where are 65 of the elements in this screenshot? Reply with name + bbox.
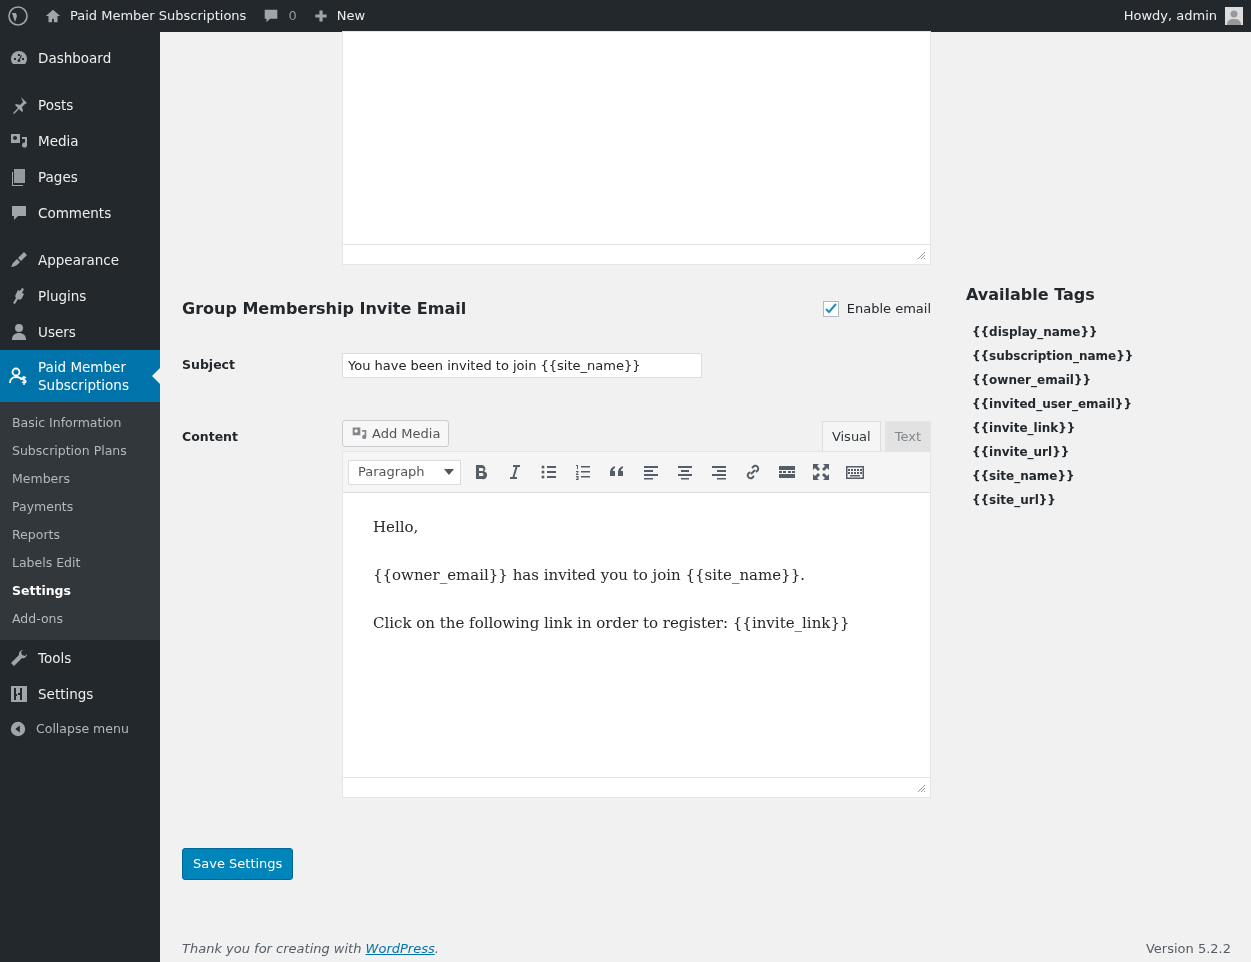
menu-item[interactable]: Appearance: [0, 242, 160, 278]
submenu-item[interactable]: Reports: [0, 521, 160, 549]
menu-item[interactable]: Pages: [0, 159, 160, 195]
submenu-item[interactable]: Settings: [0, 577, 160, 605]
fullscreen-icon: [811, 462, 831, 482]
submenu-item[interactable]: Add-ons: [0, 605, 160, 633]
menu-item[interactable]: Comments: [0, 195, 160, 231]
wordpress-link[interactable]: WordPress: [365, 940, 435, 956]
menu-item[interactable]: Posts: [0, 87, 160, 123]
submenu-item[interactable]: Basic Information: [0, 409, 160, 437]
collapse-icon: [9, 720, 27, 738]
enable-email-checkbox[interactable]: Enable email: [822, 299, 931, 319]
paragraph: Click on the following link in order to register: {{invite_link}}: [373, 613, 851, 633]
footer-text: Thank you for creating with WordPress.: [182, 939, 439, 958]
field-label: Content: [182, 427, 239, 446]
submenu-item[interactable]: Members: [0, 465, 160, 493]
menu-item[interactable]: Dashboard: [0, 40, 160, 76]
brush-icon: [9, 250, 29, 270]
section-title: Group Membership Invite Email: [182, 299, 467, 319]
account-link[interactable]: Howdy, admin: [1123, 6, 1243, 26]
caret-icon: [444, 469, 454, 475]
add-media-button[interactable]: Add Media: [342, 419, 450, 447]
comment-icon: [9, 203, 29, 223]
tag-text: {{subscription_name}}: [971, 348, 1135, 366]
collapse-menu-button[interactable]: Collapse menu: [0, 712, 160, 746]
user-icon: [9, 322, 29, 342]
wrench-icon: [9, 648, 29, 668]
menu-item[interactable]: Tools: [0, 640, 160, 676]
tag-text: {{invite_link}}: [971, 420, 1077, 438]
site-link[interactable]: Paid Member Subscriptions: [44, 6, 247, 26]
user-dollar-icon: [9, 366, 29, 386]
new-link[interactable]: New: [312, 6, 365, 26]
field-label: Subject: [182, 355, 236, 374]
submenu-item[interactable]: Payments: [0, 493, 160, 521]
paragraph: Hello,: [373, 517, 420, 537]
tags-title: Available Tags: [966, 285, 1096, 305]
version-text: Version 5.2.2: [1146, 939, 1231, 958]
media-icon: [9, 131, 29, 151]
tag-text: {{owner_email}}: [971, 372, 1093, 390]
resize-handle-icon[interactable]: [916, 250, 926, 260]
menu-item[interactable]: Settings: [0, 676, 160, 712]
submenu-item[interactable]: Labels Edit: [0, 549, 160, 577]
home-icon: [44, 7, 62, 25]
menu-item[interactable]: Plugins: [0, 278, 160, 314]
resize-handle-icon[interactable]: [916, 783, 926, 793]
tag-text: {{invite_url}}: [971, 444, 1071, 462]
tag-text: {{invited_user_email}}: [971, 396, 1133, 414]
subject-field[interactable]: You have been invited to join {{site_name}}: [342, 352, 702, 378]
comments-link[interactable]: 0: [262, 6, 297, 26]
menu-item[interactable]: Media: [0, 123, 160, 159]
checkbox[interactable]: [822, 300, 839, 317]
editor-tab[interactable]: Visual: [821, 420, 881, 451]
plus-icon: [312, 8, 329, 24]
format-dropdown[interactable]: Paragraph: [348, 459, 461, 485]
editor-content[interactable]: Hello, {{owner_email}} has invited you to join {{site_name}}. Click on the following link in order to register: {{invite_link}}: [343, 493, 930, 777]
tag-text: {{display_name}}: [971, 324, 1099, 342]
paragraph: {{owner_email}} has invited you to join {{site_name}}.: [373, 565, 806, 585]
menu-item[interactable]: Users: [0, 314, 160, 350]
tag-text: {{site_url}}: [971, 492, 1057, 510]
tag-text: {{site_name}}: [971, 468, 1076, 486]
menu-item[interactable]: Paid Member Subscriptions: [0, 350, 160, 402]
submenu-item[interactable]: Subscription Plans: [0, 437, 160, 465]
save-settings-button[interactable]: Save Settings: [182, 848, 294, 880]
avatar-icon: [1225, 7, 1243, 25]
numbered-list-icon: [573, 462, 593, 482]
